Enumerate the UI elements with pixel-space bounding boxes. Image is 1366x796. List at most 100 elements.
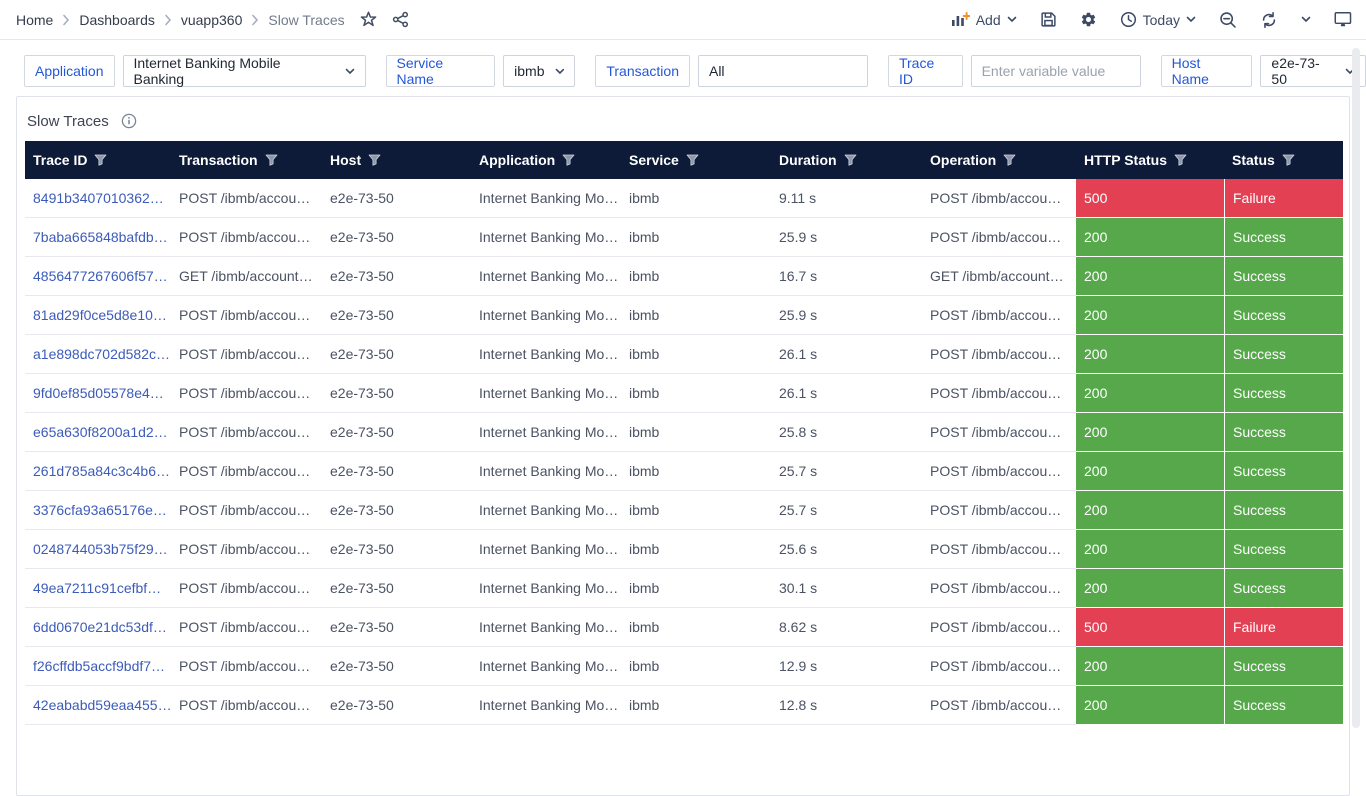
trace-id-link[interactable]: 261d785a84c3c4b6…: [33, 463, 170, 479]
cell-http-status: 200: [1076, 530, 1224, 569]
column-header-service[interactable]: Service: [621, 141, 771, 179]
cell-operation: POST /ibmb/accou…: [922, 647, 1076, 686]
column-header-application[interactable]: Application: [471, 141, 621, 179]
table-header-row: Trace IDTransaction Host Application Servic…: [25, 141, 1343, 179]
column-header-status[interactable]: Status: [1224, 141, 1343, 179]
gear-icon: [1080, 11, 1097, 28]
cell-service: ibmb: [621, 257, 771, 296]
save-dashboard-button[interactable]: [1040, 11, 1057, 28]
favorite-star-icon[interactable]: [360, 11, 377, 28]
cell-trace-id: 6dd0670e21dc53df…: [25, 608, 171, 647]
trace-id-link[interactable]: 42eababd59eaa455…: [33, 697, 171, 713]
cell-application: Internet Banking Mo…: [471, 608, 621, 647]
filter-funnel-icon[interactable]: [1282, 154, 1295, 166]
table-row: 261d785a84c3c4b6…POST /ibmb/accou…e2e-73…: [25, 452, 1343, 491]
clock-icon: [1120, 11, 1137, 28]
cell-application: Internet Banking Mo…: [471, 179, 621, 218]
trace-id-link[interactable]: e65a630f8200a1d2…: [33, 424, 168, 440]
cell-service: ibmb: [621, 686, 771, 725]
cell-host: e2e-73-50: [322, 296, 471, 335]
breadcrumb-dashboards[interactable]: Dashboards: [79, 12, 155, 28]
cell-status: Success: [1224, 530, 1343, 569]
filter-funnel-icon[interactable]: [562, 154, 575, 166]
chevron-down-icon: [1007, 16, 1017, 23]
column-header-http-status[interactable]: HTTP Status: [1076, 141, 1224, 179]
table-row: 42eababd59eaa455…POST /ibmb/accou…e2e-73…: [25, 686, 1343, 725]
refresh-dashboard-button[interactable]: [1260, 11, 1278, 29]
column-header-trace-id[interactable]: Trace ID: [25, 141, 171, 179]
cell-application: Internet Banking Mo…: [471, 218, 621, 257]
dashboard-toolbar: Add Today: [951, 11, 1352, 29]
cell-application: Internet Banking Mo…: [471, 413, 621, 452]
panel-header[interactable]: Slow Traces: [25, 105, 1341, 137]
column-header-label: Service: [629, 152, 679, 168]
application-select[interactable]: Internet Banking Mobile Banking: [123, 55, 366, 87]
trace-id-link[interactable]: a1e898dc702d582c…: [33, 346, 170, 362]
table-row: 9fd0ef85d05578e4…POST /ibmb/accou…e2e-73…: [25, 374, 1343, 413]
trace-id-link[interactable]: 49ea7211c91cefbf…: [33, 580, 161, 596]
zoom-out-time-button[interactable]: [1219, 11, 1237, 29]
breadcrumb: Home Dashboards vuapp360 Slow Traces: [16, 11, 409, 28]
cell-transaction: POST /ibmb/accou…: [171, 647, 322, 686]
filter-transaction: Transaction: [595, 55, 868, 87]
cell-operation: POST /ibmb/accou…: [922, 179, 1076, 218]
cell-service: ibmb: [621, 218, 771, 257]
filter-funnel-icon[interactable]: [265, 154, 278, 166]
trace-id-link[interactable]: 0248744053b75f29…: [33, 541, 168, 557]
cell-status: Success: [1224, 569, 1343, 608]
filter-funnel-icon[interactable]: [1003, 154, 1016, 166]
filter-funnel-icon[interactable]: [94, 154, 107, 166]
trace-id-input[interactable]: [971, 55, 1141, 87]
time-range-picker[interactable]: Today: [1120, 11, 1196, 28]
column-header-host[interactable]: Host: [322, 141, 471, 179]
chevron-right-icon: [164, 14, 172, 26]
refresh-interval-dropdown[interactable]: [1301, 16, 1311, 23]
filter-funnel-icon[interactable]: [686, 154, 699, 166]
info-icon[interactable]: [121, 113, 137, 129]
column-header-transaction[interactable]: Transaction: [171, 141, 322, 179]
column-header-operation[interactable]: Operation: [922, 141, 1076, 179]
cell-http-status: 200: [1076, 686, 1224, 725]
column-header-duration[interactable]: Duration: [771, 141, 922, 179]
cell-transaction: POST /ibmb/accou…: [171, 296, 322, 335]
chevron-down-icon: [345, 68, 355, 75]
cell-trace-id: 0248744053b75f29…: [25, 530, 171, 569]
cell-service: ibmb: [621, 608, 771, 647]
cell-duration: 26.1 s: [771, 374, 922, 413]
share-icon[interactable]: [392, 11, 409, 28]
cell-trace-id: 81ad29f0ce5d8e10…: [25, 296, 171, 335]
cell-application: Internet Banking Mo…: [471, 257, 621, 296]
trace-id-link[interactable]: 8491b3407010362…: [33, 190, 164, 206]
trace-id-link[interactable]: 81ad29f0ce5d8e10…: [33, 307, 167, 323]
breadcrumb-dashboard-name[interactable]: vuapp360: [181, 12, 243, 28]
add-panel-button[interactable]: Add: [951, 12, 1017, 28]
trace-id-link[interactable]: f26cffdb5accf9bdf7…: [33, 658, 165, 674]
transaction-input[interactable]: [698, 55, 868, 87]
application-filter-label: Application: [24, 55, 115, 87]
slow-traces-panel: Slow Traces Trace IDTransaction Host Appli…: [16, 96, 1350, 796]
kiosk-mode-button[interactable]: [1334, 11, 1352, 28]
breadcrumb-home[interactable]: Home: [16, 12, 53, 28]
cell-service: ibmb: [621, 569, 771, 608]
filter-funnel-icon[interactable]: [368, 154, 381, 166]
column-header-label: Host: [330, 152, 361, 168]
cell-status: Success: [1224, 686, 1343, 725]
save-icon: [1040, 11, 1057, 28]
host-name-select[interactable]: e2e-73-50: [1260, 55, 1366, 87]
cell-trace-id: 8491b3407010362…: [25, 179, 171, 218]
trace-id-link[interactable]: 4856477267606f57…: [33, 268, 168, 284]
service-name-select[interactable]: ibmb: [503, 55, 575, 87]
trace-id-link[interactable]: 9fd0ef85d05578e4…: [33, 385, 164, 401]
cell-operation: POST /ibmb/accou…: [922, 218, 1076, 257]
trace-id-link[interactable]: 7baba665848bafdb…: [33, 229, 168, 245]
trace-id-link[interactable]: 6dd0670e21dc53df…: [33, 619, 167, 635]
top-nav-bar: Home Dashboards vuapp360 Slow Traces Add: [0, 0, 1366, 40]
dashboard-settings-button[interactable]: [1080, 11, 1097, 28]
host-name-filter-label: Host Name: [1161, 55, 1253, 87]
filter-funnel-icon[interactable]: [844, 154, 857, 166]
cell-trace-id: a1e898dc702d582c…: [25, 335, 171, 374]
trace-id-link[interactable]: 3376cfa93a65176e…: [33, 502, 167, 518]
filter-funnel-icon[interactable]: [1174, 154, 1187, 166]
vertical-scrollbar[interactable]: [1352, 48, 1360, 728]
cell-transaction: POST /ibmb/accou…: [171, 686, 322, 725]
